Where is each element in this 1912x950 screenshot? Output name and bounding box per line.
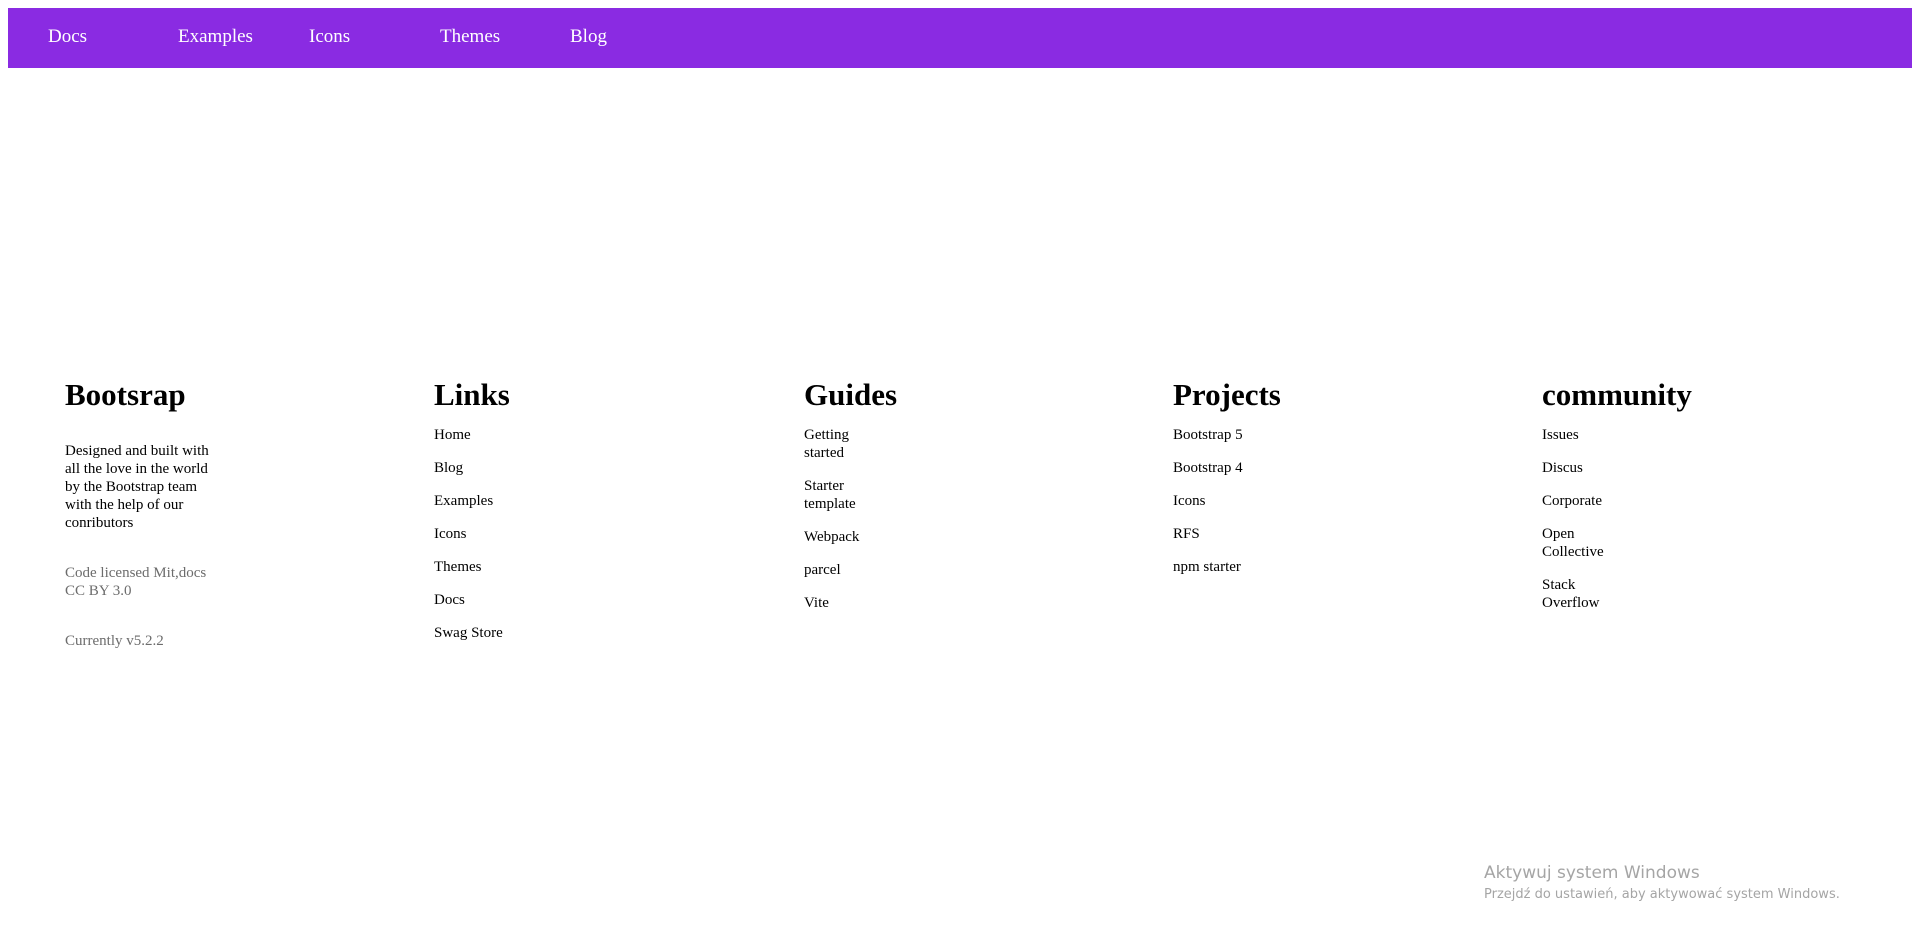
footer-project-rfs[interactable]: RFS <box>1173 525 1353 543</box>
footer-community-discus[interactable]: Discus <box>1542 459 1608 477</box>
footer-community-heading: community <box>1542 377 1692 412</box>
footer-link-icons[interactable]: Icons <box>434 525 614 543</box>
nav-link-examples[interactable]: Examples <box>178 8 253 68</box>
watermark-title: Aktywuj system Windows <box>1484 863 1700 883</box>
footer-brand-title: Bootsrap <box>65 377 186 412</box>
nav-link-blog[interactable]: Blog <box>570 8 607 68</box>
footer-project-bootstrap-4[interactable]: Bootstrap 4 <box>1173 459 1353 477</box>
footer-guide-getting-started[interactable]: Getting started <box>804 426 870 462</box>
footer-links-heading: Links <box>434 377 510 412</box>
footer-guide-webpack[interactable]: Webpack <box>804 528 870 546</box>
footer-projects-list: Bootstrap 5 Bootstrap 4 Icons RFS npm st… <box>1173 426 1513 576</box>
windows-activation-watermark: Aktywuj system Windows Przejdź do ustawi… <box>1484 860 1840 904</box>
footer-project-icons[interactable]: Icons <box>1173 492 1353 510</box>
footer-link-swag-store[interactable]: Swag Store <box>434 624 614 642</box>
footer-community-issues[interactable]: Issues <box>1542 426 1608 444</box>
footer-community-column: community Issues Discus Corporate Open C… <box>1542 374 1882 627</box>
footer-guides-heading: Guides <box>804 377 898 412</box>
nav-link-docs[interactable]: Docs <box>48 8 87 68</box>
footer-brand-column: Bootsrap Designed and built with all the… <box>65 374 405 650</box>
footer-community-list: Issues Discus Corporate Open Collective … <box>1542 426 1882 612</box>
footer-guides-column: Guides Getting started Starter template … <box>804 374 1144 627</box>
footer-license-text: Code licensed Mit,docs CC BY 3.0 <box>65 565 207 599</box>
footer-guide-vite[interactable]: Vite <box>804 594 870 612</box>
nav-link-icons[interactable]: Icons <box>309 8 350 68</box>
footer-link-themes[interactable]: Themes <box>434 558 614 576</box>
watermark-subtitle: Przejdź do ustawień, aby aktywować syste… <box>1484 887 1840 902</box>
footer-guides-list: Getting started Starter template Webpack… <box>804 426 1144 612</box>
footer-community-corporate[interactable]: Corporate <box>1542 492 1608 510</box>
footer-link-docs[interactable]: Docs <box>434 591 614 609</box>
footer-community-open-collective[interactable]: Open Collective <box>1542 525 1608 561</box>
footer-projects-column: Projects Bootstrap 5 Bootstrap 4 Icons R… <box>1173 374 1513 591</box>
footer-link-blog[interactable]: Blog <box>434 459 614 477</box>
footer-link-examples[interactable]: Examples <box>434 492 614 510</box>
top-navbar: Docs Examples Icons Themes Blog <box>8 8 1912 68</box>
footer-community-stack-overflow[interactable]: Stack Overflow <box>1542 576 1608 612</box>
footer-guide-parcel[interactable]: parcel <box>804 561 870 579</box>
nav-link-themes[interactable]: Themes <box>440 8 500 68</box>
footer-guide-starter-template[interactable]: Starter template <box>804 477 870 513</box>
footer-link-home[interactable]: Home <box>434 426 614 444</box>
footer-project-npm-starter[interactable]: npm starter <box>1173 558 1353 576</box>
footer-projects-heading: Projects <box>1173 377 1281 412</box>
footer-project-bootstrap-5[interactable]: Bootstrap 5 <box>1173 426 1353 444</box>
footer-brand-description: Designed and built with all the love in … <box>65 443 209 531</box>
footer-version-text: Currently v5.2.2 <box>65 633 164 649</box>
footer-links-list: Home Blog Examples Icons Themes Docs Swa… <box>434 426 774 642</box>
footer-links-column: Links Home Blog Examples Icons Themes Do… <box>434 374 774 657</box>
